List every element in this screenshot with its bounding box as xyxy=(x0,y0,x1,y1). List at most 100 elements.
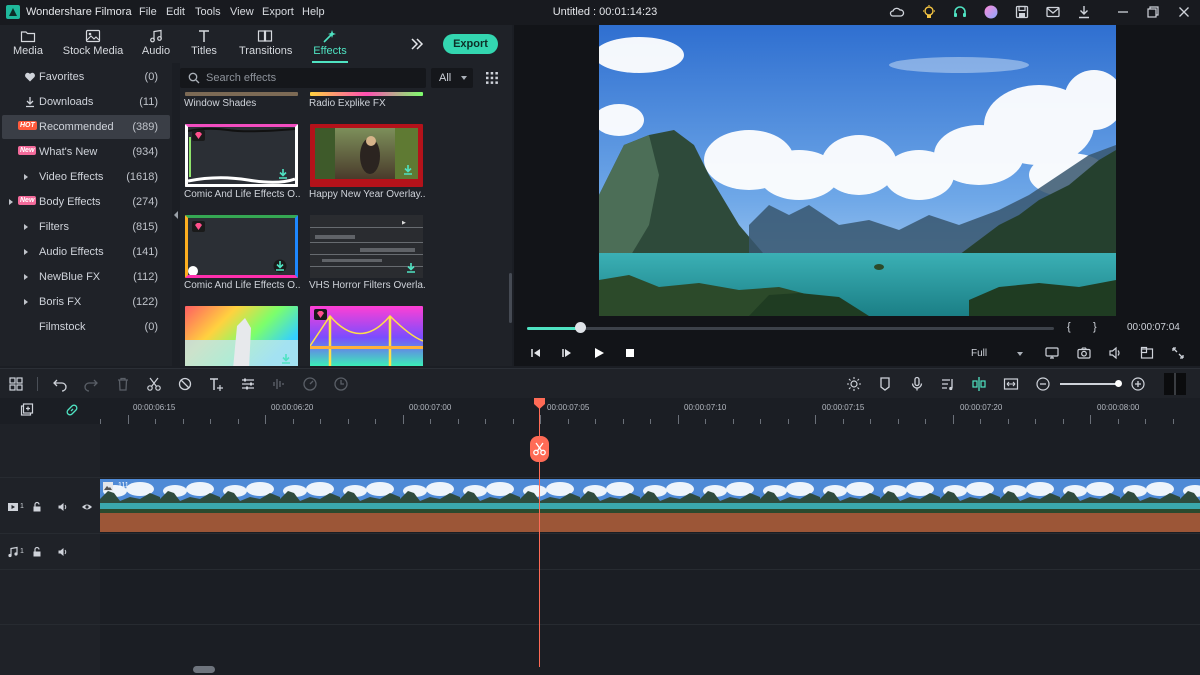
category-favorites[interactable]: Favorites (0) xyxy=(2,65,170,89)
category-filters[interactable]: Filters (815) xyxy=(2,215,170,239)
category-audio-effects[interactable]: Audio Effects (141) xyxy=(2,240,170,264)
cut-scissors-icon[interactable] xyxy=(146,376,162,392)
download-app-icon[interactable] xyxy=(1076,4,1092,20)
audio-mixer-icon[interactable] xyxy=(940,376,956,392)
snapshot-camera-icon[interactable] xyxy=(1077,346,1091,360)
search-input[interactable] xyxy=(206,70,416,86)
tab-effects[interactable]: Effects xyxy=(310,25,350,63)
speed-icon[interactable] xyxy=(302,376,318,392)
search-box[interactable] xyxy=(180,68,426,88)
audio-waveform-icon[interactable] xyxy=(271,376,287,392)
close-icon[interactable] xyxy=(1176,4,1192,20)
playhead-handle[interactable] xyxy=(534,398,545,409)
category-recommended[interactable]: HOT Recommended (389) xyxy=(2,115,170,139)
tab-stock-media[interactable]: Stock Media xyxy=(62,25,124,63)
filter-dropdown[interactable]: All xyxy=(431,68,473,88)
fullscreen-icon[interactable] xyxy=(1171,346,1185,360)
timeline-tracks-area[interactable] xyxy=(100,424,1200,675)
export-button[interactable]: Export xyxy=(443,34,498,54)
tab-audio[interactable]: Audio xyxy=(138,25,174,63)
delete-icon[interactable] xyxy=(115,376,131,392)
add-track-icon[interactable] xyxy=(20,403,34,417)
menu-help[interactable]: Help xyxy=(302,6,325,18)
timeline-options-button[interactable] xyxy=(1164,373,1186,395)
expand-arrow-icon[interactable] xyxy=(24,274,28,280)
adjust-icon[interactable] xyxy=(240,376,256,392)
render-icon[interactable] xyxy=(846,376,862,392)
menu-export[interactable]: Export xyxy=(262,6,294,18)
effect-thumbnail-comic-life-2[interactable] xyxy=(185,215,298,278)
lock-icon[interactable] xyxy=(31,546,43,558)
menu-tools[interactable]: Tools xyxy=(195,6,221,18)
expand-arrow-icon[interactable] xyxy=(9,199,13,205)
undo-icon[interactable] xyxy=(52,376,68,392)
previous-frame-icon[interactable] xyxy=(529,346,543,360)
redo-icon[interactable] xyxy=(83,376,99,392)
voiceover-mic-icon[interactable] xyxy=(909,376,925,392)
headset-icon[interactable] xyxy=(952,4,968,20)
video-clip[interactable]: 111 xyxy=(100,479,1200,532)
timeline-horizontal-scrollbar[interactable] xyxy=(193,666,215,673)
grid-view-icon[interactable] xyxy=(485,71,499,85)
preview-progress-track[interactable] xyxy=(527,327,1054,330)
duration-icon[interactable] xyxy=(333,376,349,392)
effect-thumbnail[interactable] xyxy=(310,92,423,96)
download-arrow-icon[interactable] xyxy=(278,169,288,179)
tab-titles[interactable]: Titles xyxy=(188,25,220,63)
eye-icon[interactable] xyxy=(81,501,93,513)
effect-thumbnail-comic-life[interactable] xyxy=(185,124,298,187)
category-body-effects[interactable]: New Body Effects (274) xyxy=(2,190,170,214)
layout-icon[interactable] xyxy=(8,376,24,392)
category-newblue-fx[interactable]: NewBlue FX (112) xyxy=(2,265,170,289)
category-video-effects[interactable]: Video Effects (1618) xyxy=(2,165,170,189)
download-arrow-icon[interactable] xyxy=(281,354,291,364)
display-settings-icon[interactable] xyxy=(1045,346,1059,360)
download-arrow-icon[interactable] xyxy=(403,165,413,175)
expand-arrow-icon[interactable] xyxy=(24,224,28,230)
mark-out-button[interactable]: } xyxy=(1093,321,1097,333)
expand-panel-icon[interactable] xyxy=(410,37,424,51)
panel-collapse-handle[interactable] xyxy=(172,63,180,366)
split-scissors-button[interactable] xyxy=(530,436,549,462)
preview-progress-handle[interactable] xyxy=(574,322,586,333)
category-boris-fx[interactable]: Boris FX (122) xyxy=(2,290,170,314)
volume-icon[interactable] xyxy=(1108,346,1122,360)
effect-thumbnail-happy-new-year[interactable] xyxy=(310,124,423,187)
lock-icon[interactable] xyxy=(31,501,43,513)
effect-thumbnail-vhs-horror[interactable]: ▶ xyxy=(310,215,423,278)
download-arrow-icon[interactable] xyxy=(271,259,289,273)
expand-arrow-icon[interactable] xyxy=(24,299,28,305)
menu-file[interactable]: File xyxy=(139,6,157,18)
mark-in-button[interactable]: { xyxy=(1067,321,1071,333)
tab-transitions[interactable]: Transitions xyxy=(239,25,292,63)
effect-thumbnail[interactable] xyxy=(185,92,298,96)
fit-timeline-icon[interactable] xyxy=(1003,376,1019,392)
color-tag-icon[interactable] xyxy=(177,376,193,392)
effect-thumbnail-color-pop[interactable] xyxy=(185,306,298,366)
restore-icon[interactable] xyxy=(1145,4,1161,20)
zoom-slider-track[interactable] xyxy=(1060,383,1120,385)
link-icon[interactable] xyxy=(65,403,79,417)
menu-edit[interactable]: Edit xyxy=(166,6,185,18)
save-icon[interactable] xyxy=(1014,4,1030,20)
zoom-in-icon[interactable] xyxy=(1130,376,1146,392)
cloud-icon[interactable] xyxy=(889,4,905,20)
category-downloads[interactable]: Downloads (11) xyxy=(2,90,170,114)
expand-arrow-icon[interactable] xyxy=(24,174,28,180)
gallery-scrollbar[interactable] xyxy=(509,273,512,323)
mail-icon[interactable] xyxy=(1045,4,1061,20)
zoom-out-icon[interactable] xyxy=(1035,376,1051,392)
effect-thumbnail-bridge-neon[interactable] xyxy=(310,306,423,366)
speaker-icon[interactable] xyxy=(57,546,69,558)
timeline-ruler[interactable]: 00:00:06:15 00:00:06:20 00:00:07:00 00:0… xyxy=(0,398,1200,424)
category-filmstock[interactable]: Filmstock (0) xyxy=(2,315,170,339)
play-reverse-icon[interactable] xyxy=(560,346,574,360)
marker-icon[interactable] xyxy=(877,376,893,392)
expand-arrow-icon[interactable] xyxy=(24,249,28,255)
snap-icon[interactable] xyxy=(971,376,987,392)
render-quality-dropdown[interactable]: Full xyxy=(965,345,1029,363)
tab-media[interactable]: Media xyxy=(6,25,50,63)
zoom-slider-handle[interactable] xyxy=(1115,380,1122,387)
stop-icon[interactable] xyxy=(623,346,637,360)
speaker-icon[interactable] xyxy=(57,501,69,513)
